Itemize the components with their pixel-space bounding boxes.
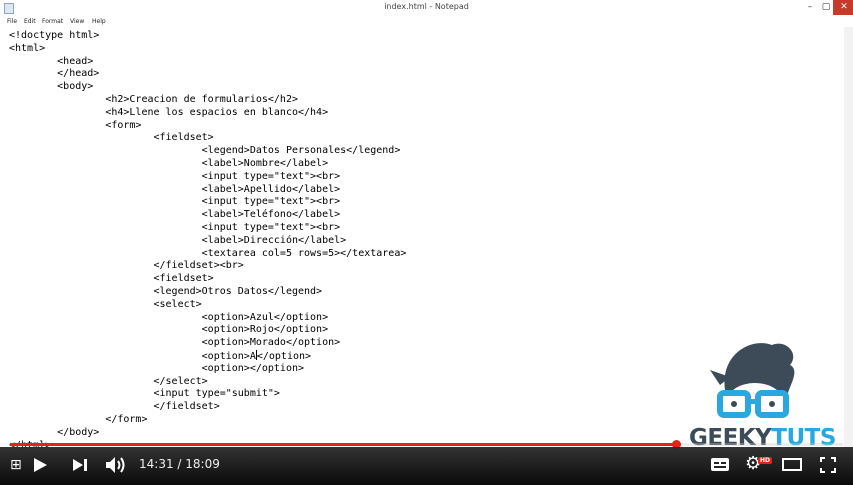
subtitles-icon[interactable] [711,458,729,471]
code-line: <html> [9,42,46,54]
close-button[interactable]: ✕ [833,0,853,15]
code-line: <label>Nombre</label> [9,158,329,169]
menu-format[interactable]: Format [42,16,63,27]
code-line: <option>A</option> [9,350,312,362]
code-line: <fieldset> [9,132,214,144]
code-line: <h4>Llene los espacios en blanco</h4> [9,106,329,118]
menu-bar: File Edit Format View Help [0,16,853,27]
code-line: <input type="text"><br> [9,196,341,208]
code-line: <body> [9,81,94,93]
code-line: </select> [9,375,208,387]
code-line: <input type="text"><br> [9,170,341,182]
code-line-suffix: </option> [256,351,312,362]
menu-edit[interactable]: Edit [24,16,36,27]
hd-badge: HD [758,457,773,464]
code-line: <label>Apellido</label> [9,183,341,195]
code-line: <input type="submit"> [9,388,280,400]
next-icon[interactable] [72,457,88,473]
code-line: <option>Morado</option> [9,337,341,349]
menu-view[interactable]: View [70,16,84,27]
code-line: <option>Rojo</option> [9,324,329,336]
code-line: <input type="text"><br> [9,222,341,233]
time-display: 14:31 / 18:09 [139,457,220,471]
code-line: </body> [9,426,100,438]
maximize-button[interactable]: ▢ [818,0,834,15]
progress-fill [10,443,677,446]
code-line: <head> [9,55,94,67]
progress-bar[interactable] [10,440,843,449]
code-line: </fieldset><br> [9,260,244,272]
code-line: <h2>Creacion de formularios</h2> [9,94,298,105]
code-line: <legend>Otros Datos</legend> [9,286,323,297]
code-line: <!doctype html> [9,30,100,41]
vertical-scrollbar[interactable] [844,27,853,447]
play-icon[interactable] [32,457,48,473]
code-line: <select> [9,298,202,310]
code-line: <fieldset> [9,273,214,285]
title-bar: index.html - Notepad – ▢ ✕ [0,0,853,17]
code-line: </head> [9,68,100,80]
code-line: <label>Teléfono</label> [9,209,341,221]
menu-help[interactable]: Help [92,16,106,27]
code-line: </fieldset> [9,401,220,413]
minimize-button[interactable]: – [802,0,818,15]
code-line: <form> [9,119,142,131]
menu-file[interactable]: File [7,16,17,27]
code-line: <textarea col=5 rows=5></textarea> [9,247,407,259]
code-line: <label>Dirección</label> [9,234,347,246]
theater-mode-icon[interactable] [782,458,802,471]
code-line: <option></option> [9,362,305,374]
volume-icon[interactable] [105,456,127,474]
code-line: </form> [9,414,148,425]
fullscreen-icon[interactable] [820,457,836,473]
windows-start-icon[interactable]: ⊞ [10,455,22,475]
code-line: <legend>Datos Personales</legend> [9,145,401,157]
code-line: <option>Azul</option> [9,311,329,323]
window-title: index.html - Notepad [384,2,469,11]
